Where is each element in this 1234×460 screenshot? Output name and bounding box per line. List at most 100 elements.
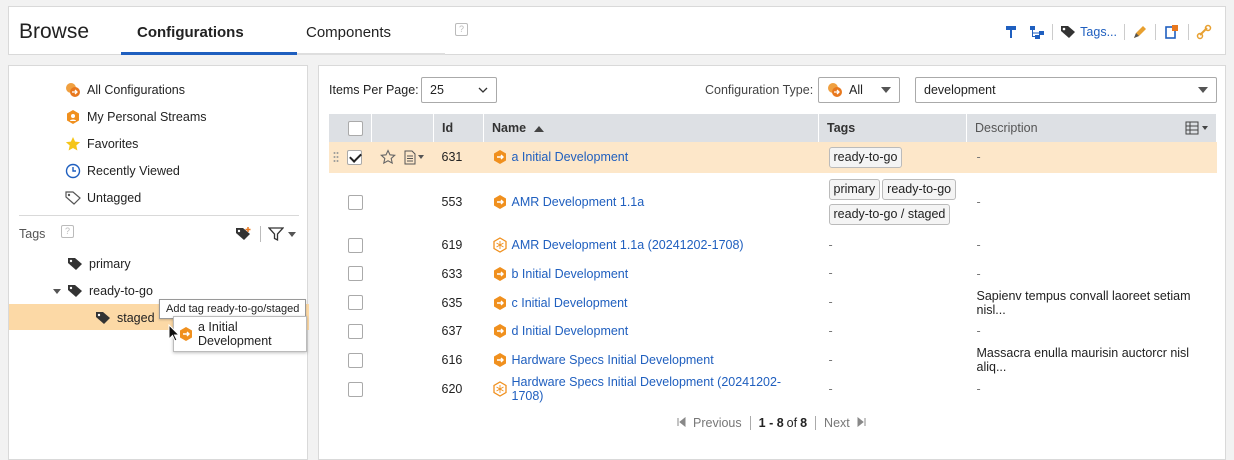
sidebar-item-all-configurations[interactable]: All Configurations [65, 82, 185, 98]
add-tag-icon[interactable] [235, 226, 253, 242]
row-checkbox[interactable] [348, 266, 363, 282]
sidebar-item-my-personal-streams[interactable]: My Personal Streams [65, 109, 206, 125]
row-tags-cell: - [818, 259, 967, 289]
tag-pill[interactable]: ready-to-go / staged [828, 204, 951, 225]
row-name-link[interactable]: c Initial Development [512, 296, 628, 310]
row-checkbox[interactable] [348, 352, 363, 368]
row-actions-cell [371, 173, 434, 232]
row-name-cell: Hardware Specs Initial Development [483, 345, 819, 375]
row-checkbox[interactable] [348, 295, 363, 311]
tag-pill[interactable]: ready-to-go [828, 146, 903, 168]
header-bar: Browse Configurations Components ? Tags.… [8, 6, 1226, 55]
sidebar-item-untagged[interactable]: Untagged [65, 190, 141, 206]
sort-ascending-icon [533, 125, 544, 132]
sidebar-item-favorites[interactable]: Favorites [65, 136, 138, 152]
row-checkbox[interactable] [348, 237, 363, 253]
row-name-cell: d Initial Development [483, 317, 819, 346]
table-body: 631 a Initial Development ready-to-go -553 A… [329, 142, 1217, 404]
component-icon[interactable] [1158, 22, 1186, 42]
document-menu-icon[interactable] [404, 150, 424, 165]
tag-icon [1061, 26, 1076, 38]
column-header-tags[interactable]: Tags [818, 114, 967, 142]
row-checkbox[interactable] [348, 194, 363, 210]
tags-button[interactable]: Tags... [1055, 22, 1122, 42]
row-name-link[interactable]: b Initial Development [512, 267, 629, 281]
row-id: 637 [433, 317, 484, 346]
link-icon[interactable] [1191, 22, 1217, 42]
tags-help-icon[interactable]: ? [61, 225, 74, 238]
configuration-type-select[interactable]: All [818, 77, 900, 103]
row-id: 631 [433, 142, 484, 174]
tag-label: primary [89, 257, 131, 271]
filter-icon[interactable] [268, 226, 296, 242]
actions-header [371, 114, 434, 142]
tag-node-staged[interactable]: staged [95, 311, 155, 325]
row-name-link[interactable]: d Initial Development [512, 324, 629, 338]
table-row[interactable]: 631 a Initial Development ready-to-go - [329, 142, 1217, 174]
tag-node-ready-to-go[interactable]: ready-to-go [53, 284, 153, 298]
items-per-page-value: 25 [430, 83, 444, 97]
row-name-link[interactable]: AMR Development 1.1a [512, 195, 645, 209]
next-page-button[interactable]: Next [824, 416, 850, 430]
row-name-link[interactable]: AMR Development 1.1a (20241202-1708) [512, 238, 744, 252]
column-header-name[interactable]: Name [483, 114, 819, 142]
column-header-id[interactable]: Id [433, 114, 484, 142]
row-actions-cell [371, 317, 434, 346]
favorite-star-icon[interactable] [379, 149, 396, 165]
page-of-label: of [786, 416, 798, 430]
row-name-link[interactable]: Hardware Specs Initial Development [512, 353, 714, 367]
column-chooser-icon[interactable] [1185, 121, 1208, 135]
mouse-cursor-icon [168, 323, 181, 345]
table-row[interactable]: 635 c Initial Development - Sapienv tempus … [329, 288, 1217, 318]
sidebar-item-recently-viewed[interactable]: Recently Viewed [65, 163, 180, 179]
row-checkbox[interactable] [347, 149, 362, 165]
first-page-icon[interactable] [677, 416, 687, 430]
last-page-icon[interactable] [856, 416, 866, 430]
row-name-cell: b Initial Development [483, 259, 819, 289]
table-row[interactable]: 619 AMR Development 1.1a (20241202-1708) -… [329, 231, 1217, 260]
column-header-description[interactable]: Description [966, 114, 1217, 142]
row-name-cell: Hardware Specs Initial Development (2024… [483, 374, 819, 404]
row-checkbox[interactable] [348, 323, 363, 339]
row-description: - [966, 231, 1217, 260]
help-icon[interactable]: ? [455, 23, 468, 36]
table-row[interactable]: 633 b Initial Development - - [329, 259, 1217, 289]
row-description: Sapienv tempus convall laoreet setiam ni… [966, 288, 1217, 318]
previous-page-button[interactable]: Previous [693, 416, 742, 430]
row-tags-cell: - [818, 345, 967, 375]
row-description: - [966, 173, 1217, 232]
row-actions-cell [371, 231, 434, 260]
table-row[interactable]: 620 Hardware Specs Initial Development (2… [329, 374, 1217, 404]
chevron-down-icon [881, 87, 891, 93]
tag-pill[interactable]: ready-to-go [882, 179, 957, 200]
items-per-page-select[interactable]: 25 [421, 77, 497, 103]
row-checkbox[interactable] [348, 381, 363, 397]
chevron-down-icon [288, 231, 296, 237]
hierarchy-icon[interactable] [1024, 22, 1050, 42]
row-id: 616 [433, 345, 484, 375]
tag-pill[interactable]: primary [828, 179, 881, 200]
pencil-icon[interactable] [1127, 22, 1153, 42]
table-row[interactable]: 553 AMR Development 1.1a primary ready-to-g… [329, 173, 1217, 232]
row-tags-cell: - [818, 317, 967, 346]
active-tab-indicator [121, 52, 297, 55]
clock-icon [65, 163, 81, 179]
collapse-caret-icon[interactable] [53, 288, 61, 294]
drag-handle-icon[interactable] [333, 151, 339, 163]
tab-components[interactable]: Components [306, 24, 391, 41]
tab-configurations[interactable]: Configurations [137, 24, 244, 41]
tag-tools [235, 226, 296, 242]
row-name-link[interactable]: Hardware Specs Initial Development (2024… [512, 375, 811, 403]
tags-section-header: Tags [19, 227, 46, 241]
drag-preview: a Initial Development [173, 316, 307, 352]
stream-filter-select[interactable]: development [915, 77, 1217, 103]
table-row[interactable]: 616 Hardware Specs Initial Development - Ma… [329, 345, 1217, 375]
pin-icon[interactable] [998, 22, 1024, 42]
tag-node-primary[interactable]: primary [67, 257, 131, 271]
row-select-cell [329, 317, 372, 346]
row-tags-empty: - [828, 266, 833, 281]
select-all-checkbox[interactable] [348, 120, 363, 136]
table-row[interactable]: 637 d Initial Development - - [329, 317, 1217, 346]
row-name-link[interactable]: a Initial Development [512, 150, 629, 164]
page-total: 8 [800, 416, 808, 430]
